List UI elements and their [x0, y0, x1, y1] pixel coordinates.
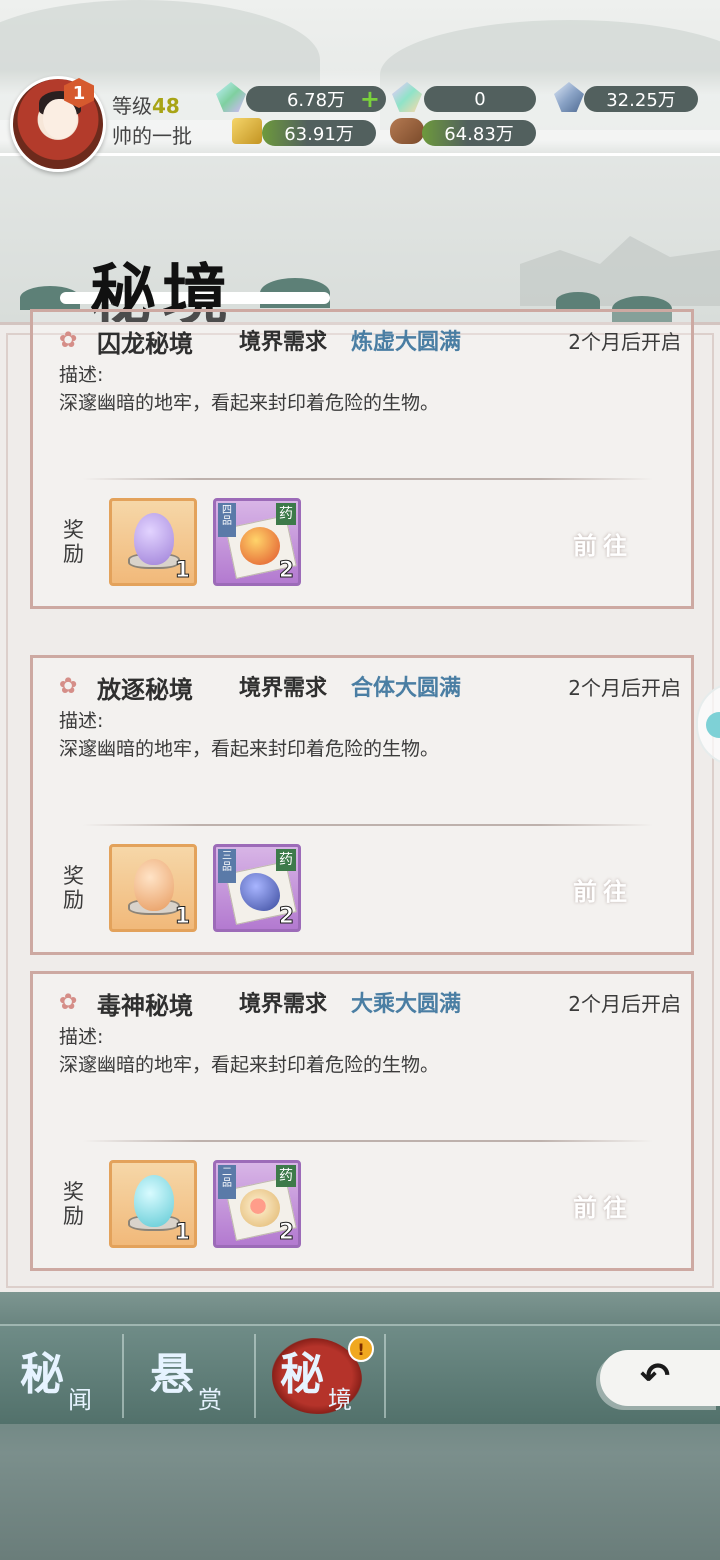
reward-count: 1: [174, 904, 190, 930]
medicine-tag: 药: [276, 849, 296, 871]
player-level: 等级48: [112, 90, 180, 119]
wood-value: 64.83万: [444, 124, 514, 145]
reward-count: 1: [174, 558, 190, 584]
crystal-counter[interactable]: 32.25万: [584, 86, 698, 112]
gold-counter[interactable]: 63.91万: [262, 120, 376, 146]
medicine-tag: 药: [276, 503, 296, 525]
requirement-label: 境界需求: [239, 676, 328, 701]
tab-label-sub: 赏: [198, 1386, 222, 1414]
description-label: 描述:: [59, 364, 104, 386]
reward-item-grade-3-herb[interactable]: 三品 药 2: [213, 844, 301, 932]
tab-label-main: 秘: [280, 1349, 324, 1400]
open-time: 2个月后开启: [568, 676, 681, 700]
go-button[interactable]: 前往: [573, 1188, 633, 1223]
go-button[interactable]: 前往: [573, 872, 633, 907]
tab-divider: [384, 1334, 386, 1418]
open-time: 2个月后开启: [568, 992, 681, 1016]
tab-secret-realm[interactable]: 秘 境: [280, 1330, 400, 1418]
description-text: 深邃幽暗的地牢，看起来封印着危险的生物。: [59, 738, 440, 760]
crystal-value: 32.25万: [606, 90, 676, 111]
realm-name: 囚龙秘境: [97, 330, 193, 358]
reward-count: 2: [278, 1220, 294, 1246]
reward-item-grade-4-herb[interactable]: 四品 药 2: [213, 498, 301, 586]
divider: [83, 1140, 653, 1142]
level-value: 48: [152, 94, 180, 118]
go-button[interactable]: 前往: [573, 526, 633, 561]
herb-fruit-icon: [240, 527, 280, 565]
description-text: 深邃幽暗的地牢，看起来封印着危险的生物。: [59, 392, 440, 414]
level-label: 等级: [112, 94, 152, 118]
reward-item-purple-egg-stone[interactable]: 1: [109, 498, 197, 586]
herb-shell-icon: [240, 1189, 280, 1227]
flower-icon: ✿: [59, 328, 78, 353]
grade-tag: 三品: [218, 849, 236, 883]
flower-icon: ✿: [59, 990, 78, 1015]
purple-egg-stone-icon: [134, 513, 174, 565]
flower-icon: ✿: [59, 674, 78, 699]
tab-label-main: 秘: [20, 1349, 64, 1400]
avatar-face: [43, 99, 77, 139]
open-time: 2个月后开启: [568, 330, 681, 354]
cloud-ornament: [556, 292, 600, 310]
reward-label: 奖励: [63, 518, 84, 566]
grade-tag: 四品: [218, 503, 236, 537]
cyan-egg-stone-icon: [134, 1175, 174, 1227]
gold-value: 63.91万: [284, 124, 354, 145]
requirement-label: 境界需求: [239, 330, 328, 355]
reward-count: 2: [278, 904, 294, 930]
realm-card: ✿ 放逐秘境 境界需求 合体大圆满 2个月后开启 描述: 深邃幽暗的地牢，看起来…: [30, 655, 694, 955]
divider: [83, 478, 653, 480]
tab-label-sub: 闻: [68, 1386, 92, 1414]
requirement-label: 境界需求: [239, 992, 328, 1017]
orange-egg-stone-icon: [134, 859, 174, 911]
realm-name: 毒神秘境: [97, 992, 193, 1020]
requirement-value: 炼虚大圆满: [351, 330, 462, 355]
tab-label-sub: 境: [328, 1386, 352, 1414]
add-spirit-stone-icon[interactable]: +: [360, 87, 380, 111]
temple-silhouette: [520, 236, 720, 306]
reward-count: 1: [174, 1220, 190, 1246]
reward-item-orange-egg-stone[interactable]: 1: [109, 844, 197, 932]
realm-card: ✿ 毒神秘境 境界需求 大乘大圆满 2个月后开启 描述: 深邃幽暗的地牢，看起来…: [30, 971, 694, 1271]
description-label: 描述:: [59, 710, 104, 732]
alert-badge: !: [348, 1336, 374, 1362]
reward-count: 2: [278, 558, 294, 584]
reward-item-grade-2-herb[interactable]: 二品 药 2: [213, 1160, 301, 1248]
wood-log-icon: [390, 118, 424, 144]
spirit-stone-value: 6.78万: [286, 90, 346, 111]
reward-label: 奖励: [63, 1180, 84, 1228]
back-button[interactable]: ↶: [600, 1350, 720, 1406]
requirement-value: 大乘大圆满: [351, 992, 462, 1017]
realm-name: 放逐秘境: [97, 676, 193, 704]
description-label: 描述:: [59, 1026, 104, 1048]
tab-divider: [254, 1334, 256, 1418]
assistant-icon: [706, 712, 720, 738]
tab-divider: [122, 1334, 124, 1418]
tab-bounty[interactable]: 悬 赏: [150, 1330, 270, 1418]
premium-stone-counter[interactable]: 0: [424, 86, 536, 112]
wood-counter[interactable]: 64.83万: [422, 120, 536, 146]
reward-label: 奖励: [63, 864, 84, 912]
realm-card: ✿ 囚龙秘境 境界需求 炼虚大圆满 2个月后开启 描述: 深邃幽暗的地牢，看起来…: [30, 309, 694, 609]
grade-tag: 二品: [218, 1165, 236, 1199]
back-arrow-icon: ↶: [640, 1356, 671, 1397]
secret-realm-list-panel[interactable]: ✿ 囚龙秘境 境界需求 炼虚大圆满 2个月后开启 描述: 深邃幽暗的地牢，看起来…: [0, 309, 720, 1292]
reward-item-cyan-egg-stone[interactable]: 1: [109, 1160, 197, 1248]
divider: [83, 824, 653, 826]
player-name: 帅的一批: [112, 124, 192, 148]
description-text: 深邃幽暗的地牢，看起来封印着危险的生物。: [59, 1054, 440, 1076]
spirit-stone-counter[interactable]: 6.78万 +: [246, 86, 386, 112]
tab-label-main: 悬: [150, 1349, 194, 1400]
requirement-value: 合体大圆满: [351, 676, 462, 701]
gold-ingot-icon: [232, 118, 262, 144]
medicine-tag: 药: [276, 1165, 296, 1187]
premium-stone-value: 0: [474, 88, 486, 110]
